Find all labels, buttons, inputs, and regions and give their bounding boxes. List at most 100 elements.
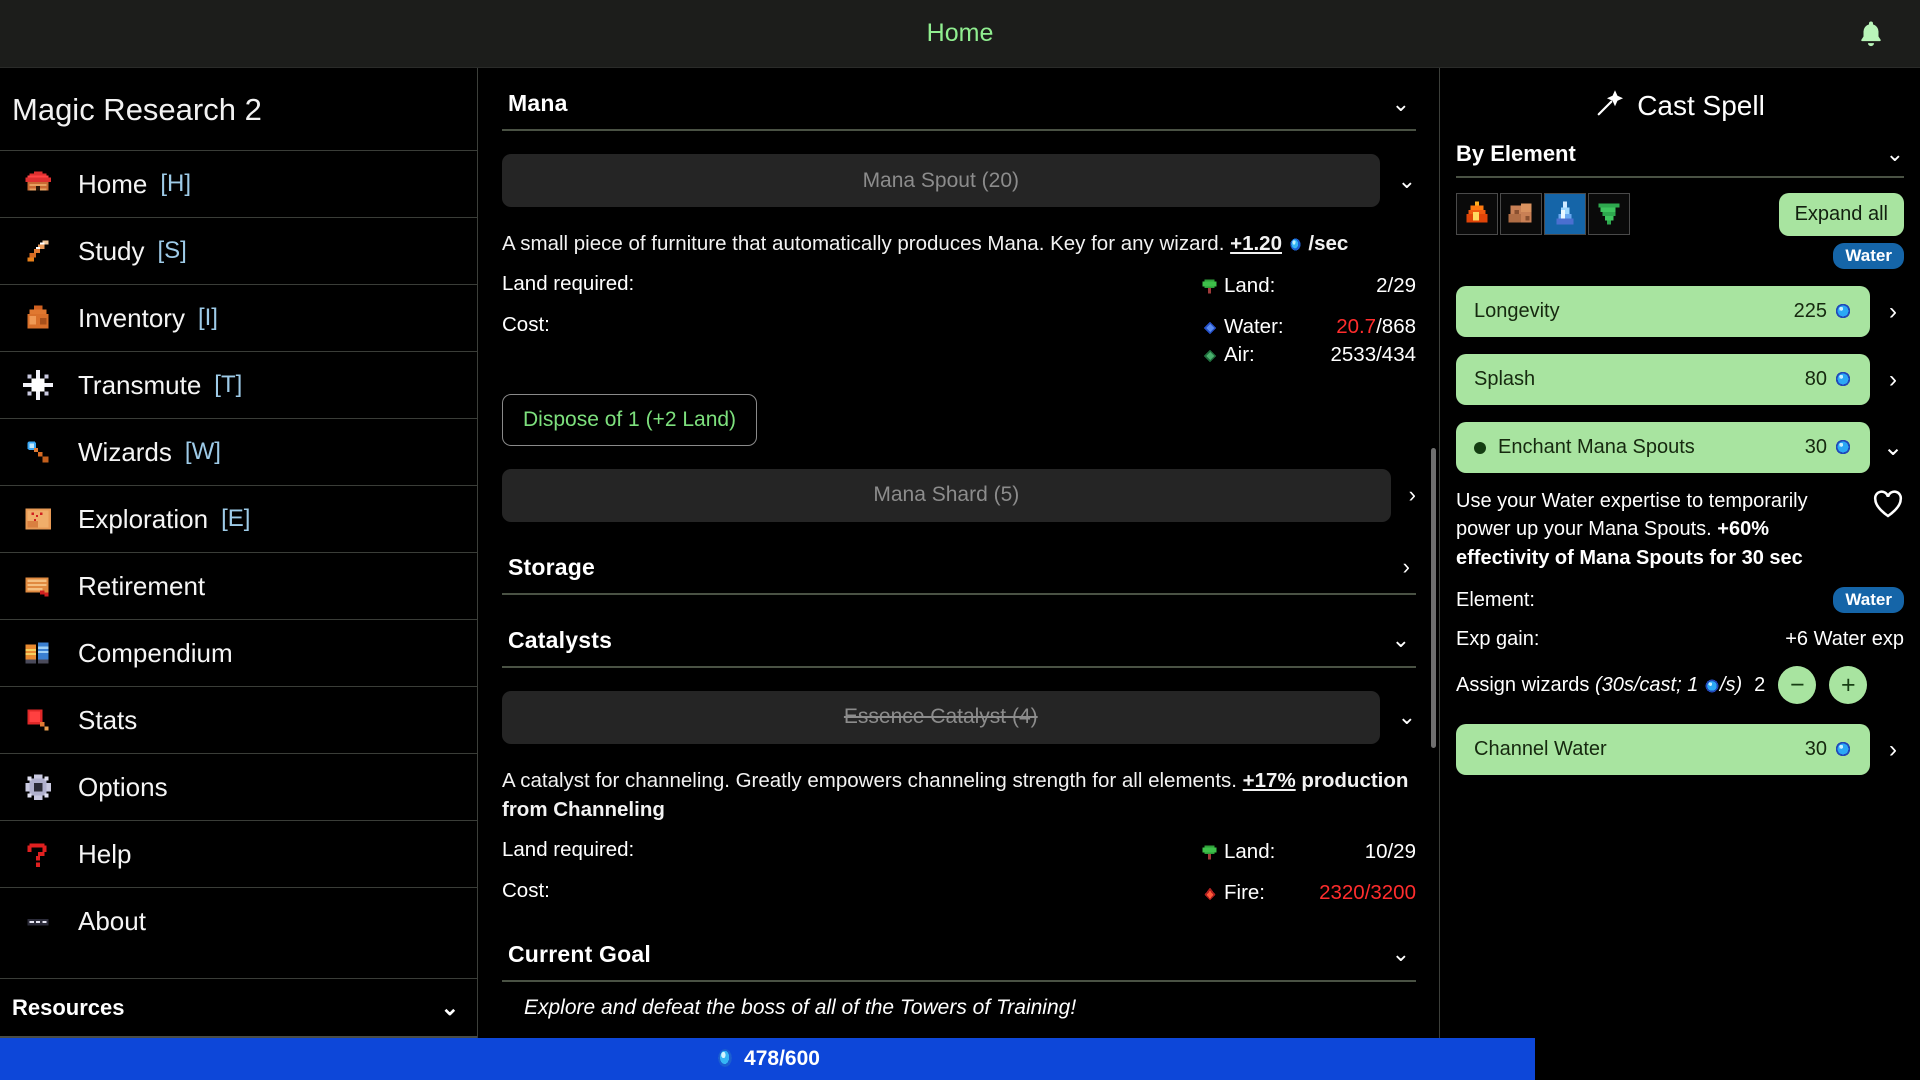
chevron-right-icon: ›: [1403, 554, 1410, 580]
sidebar-item-stats[interactable]: Stats: [0, 686, 477, 753]
desc-bonus: +17%: [1243, 769, 1296, 792]
decrement-wizards-button[interactable]: −: [1778, 666, 1816, 704]
exp-gain-label: Exp gain:: [1456, 628, 1539, 651]
sidebar-item-help[interactable]: Help: [0, 820, 477, 887]
resource-value: 2533/434: [1316, 341, 1416, 369]
mana-orb-icon: [715, 1047, 735, 1071]
chevron-down-icon[interactable]: ⌄: [1882, 433, 1904, 462]
chevron-down-icon: ⌄: [1886, 141, 1904, 167]
section-header-catalysts[interactable]: Catalysts ⌄: [502, 617, 1416, 668]
sidebar-item-label: Study: [78, 236, 145, 267]
cast-spell-header: Cast Spell: [1456, 82, 1904, 141]
increment-wizards-button[interactable]: +: [1829, 666, 1867, 704]
spell-detail-description: Use your Water expertise to temporarily …: [1456, 487, 1904, 572]
spell-button-enchant-mana-spouts[interactable]: Enchant Mana Spouts 30: [1456, 422, 1870, 473]
sidebar-item-wizards[interactable]: Wizards [W]: [0, 418, 477, 485]
section-header-current-goal[interactable]: Current Goal ⌄: [502, 931, 1416, 982]
sidebar-item-transmute[interactable]: Transmute [T]: [0, 351, 477, 418]
sidebar-item-key: [T]: [214, 371, 242, 399]
sidebar-item-options[interactable]: Options: [0, 753, 477, 820]
spell-button-longevity[interactable]: Longevity 225: [1456, 286, 1870, 337]
spell-row-splash: Splash 80 ›: [1456, 354, 1904, 405]
bell-icon[interactable]: [1856, 18, 1886, 50]
bottom-bar: 478/600: [0, 1038, 1920, 1080]
cast-spell-title: Cast Spell: [1637, 90, 1765, 122]
mana-progress-text: 478/600: [744, 1047, 820, 1071]
resource-value: 2320/3200: [1316, 879, 1416, 907]
water-icon[interactable]: [1544, 193, 1586, 235]
chevron-right-icon[interactable]: ›: [1882, 298, 1904, 326]
cost-values: Fire: 2320/3200: [1202, 879, 1416, 907]
resource-name: Fire:: [1224, 879, 1310, 907]
sidebar-item-home[interactable]: Home [H]: [0, 150, 477, 217]
chevron-right-icon[interactable]: ›: [1882, 366, 1904, 394]
item-row-essence-catalyst: Essence Catalyst (4) ⌄: [502, 691, 1416, 744]
land-required-row-essence-catalyst: Land required: Land: 10/29: [502, 838, 1416, 866]
by-element-toggle[interactable]: By Element ⌄: [1456, 141, 1904, 178]
dispose-button[interactable]: Dispose of 1 (+2 Land): [502, 394, 757, 446]
fire-icon[interactable]: [1456, 193, 1498, 235]
spell-name: Channel Water: [1474, 738, 1607, 761]
map-icon: [10, 502, 66, 536]
main-scrollbar[interactable]: [1431, 448, 1436, 748]
section-header-mana[interactable]: Mana ⌄: [502, 80, 1416, 131]
chevron-down-icon[interactable]: ⌄: [1398, 704, 1416, 730]
sidebar-item-study[interactable]: Study [S]: [0, 217, 477, 284]
page-title: Home: [927, 19, 994, 48]
chevron-right-icon[interactable]: ›: [1409, 482, 1416, 508]
cost-label: Cost:: [502, 879, 550, 903]
spell-row-channel-water: Channel Water 30 ›: [1456, 724, 1904, 775]
mana-orb-icon: [1704, 674, 1720, 696]
spell-cost: 30: [1805, 436, 1852, 459]
spell-cost: 225: [1794, 300, 1852, 323]
spell-button-splash[interactable]: Splash 80: [1456, 354, 1870, 405]
fire-gem-icon: [1202, 879, 1218, 907]
resource-value: 2/29: [1316, 272, 1416, 300]
desc-text: A small piece of furniture that automati…: [502, 232, 1230, 255]
heart-icon[interactable]: [1872, 489, 1904, 524]
expand-all-button[interactable]: Expand all: [1779, 193, 1904, 236]
sidebar-item-inventory[interactable]: Inventory [I]: [0, 284, 477, 351]
sidebar-item-about[interactable]: About: [0, 887, 477, 954]
desc-bonus: +1.20: [1230, 232, 1282, 255]
resources-section-toggle[interactable]: Resources ⌄: [0, 978, 477, 1038]
air-icon[interactable]: [1588, 193, 1630, 235]
section-header-storage[interactable]: Storage ›: [502, 544, 1416, 595]
house-icon: [10, 167, 66, 201]
ellipsis-icon: [10, 904, 66, 938]
spell-cost-value: 30: [1805, 436, 1827, 459]
chevron-down-icon[interactable]: ⌄: [1398, 168, 1416, 194]
assign-wizards-count: 2: [1754, 674, 1765, 697]
sidebar-item-retirement[interactable]: Retirement: [0, 552, 477, 619]
chart-icon: [10, 703, 66, 737]
assign-wizards-label: Assign wizards: [1456, 674, 1589, 697]
sidebar-item-key: [I]: [198, 304, 218, 332]
app-root: Home Magic Research 2: [0, 0, 1920, 1080]
main-right-divider: [1439, 68, 1440, 1038]
current-goal-text: Explore and defeat the boss of all of th…: [502, 982, 1416, 1020]
sidebar-nav: Home [H] Study [S]: [0, 150, 477, 978]
resource-name: Land:: [1224, 838, 1310, 866]
spell-button-channel-water[interactable]: Channel Water 30: [1456, 724, 1870, 775]
sidebar-item-label: Transmute: [78, 370, 201, 401]
item-button-mana-spout[interactable]: Mana Spout (20): [502, 154, 1380, 207]
gear-icon: [10, 770, 66, 804]
spell-name: Longevity: [1474, 300, 1560, 323]
spell-description-text: Use your Water expertise to temporarily …: [1456, 487, 1862, 572]
item-button-essence-catalyst[interactable]: Essence Catalyst (4): [502, 691, 1380, 744]
spell-element-row: Element: Water: [1456, 587, 1904, 613]
spell-name: Splash: [1474, 368, 1535, 391]
sidebar-item-compendium[interactable]: Compendium: [0, 619, 477, 686]
cost-water: Water: 20.7/868: [1202, 313, 1416, 341]
resource-value: 10/29: [1316, 838, 1416, 866]
land-required-label: Land required:: [502, 272, 634, 296]
element-value: Water: [1833, 587, 1904, 613]
chevron-right-icon[interactable]: ›: [1882, 736, 1904, 764]
sidebar-item-label: Compendium: [78, 638, 233, 669]
earth-icon[interactable]: [1500, 193, 1542, 235]
sidebar-item-exploration[interactable]: Exploration [E]: [0, 485, 477, 552]
quill-icon: [10, 234, 66, 268]
section-title: Storage: [508, 554, 595, 581]
item-button-mana-shard[interactable]: Mana Shard (5): [502, 469, 1391, 522]
section-title: Catalysts: [508, 627, 612, 654]
